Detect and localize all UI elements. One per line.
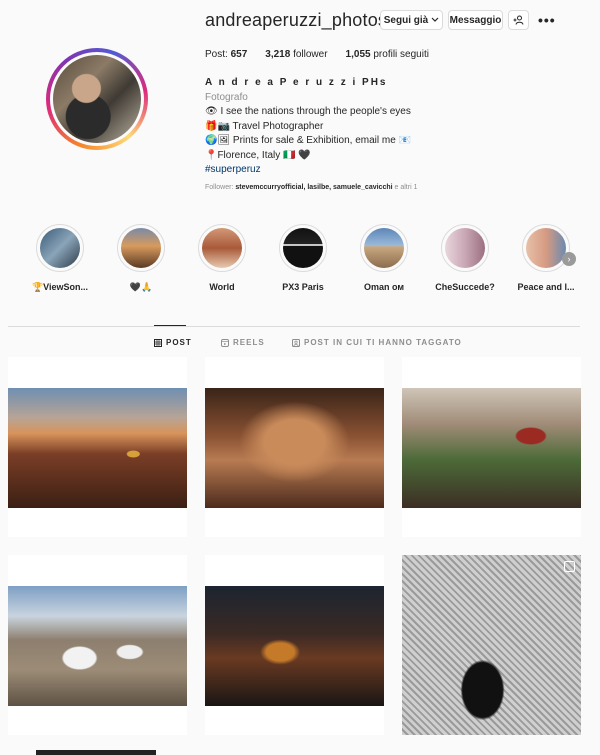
active-tab-indicator bbox=[154, 325, 186, 326]
message-button[interactable]: Messaggio bbox=[448, 10, 503, 30]
profile-stats: Post: 657 3,218 follower 1,055 profili s… bbox=[205, 49, 447, 60]
followers-count[interactable]: 3,218 follower bbox=[265, 49, 327, 60]
post-tile[interactable] bbox=[8, 555, 187, 735]
post-tile-partial[interactable] bbox=[36, 750, 156, 755]
highlight-cover bbox=[36, 224, 84, 272]
highlight-label: Peace and l... bbox=[517, 282, 575, 292]
reel-indicator-icon bbox=[564, 561, 575, 572]
tab-reels[interactable]: REELS bbox=[221, 338, 265, 347]
tabs-divider bbox=[8, 326, 580, 327]
followed-by[interactable]: Follower: stevemccurryofficial, lasilbe,… bbox=[205, 184, 417, 191]
avatar-photo bbox=[53, 55, 141, 143]
username: andreaperuzzi_photos bbox=[205, 10, 388, 30]
highlight-label: Oman ом bbox=[363, 282, 405, 292]
post-photo-stupas bbox=[8, 586, 187, 706]
highlight-cover bbox=[117, 224, 165, 272]
highlight-item[interactable]: 🏆ViewSon... bbox=[30, 224, 90, 293]
post-photo-camera-lens bbox=[402, 555, 581, 735]
category-label: Fotografo bbox=[205, 91, 248, 103]
highlight-image bbox=[40, 228, 80, 268]
avatar-gap bbox=[50, 52, 144, 146]
post-tile[interactable] bbox=[8, 357, 187, 537]
bio-line: 🌍🖼 Prints for sale & Exhibition, email m… bbox=[205, 135, 411, 146]
highlight-cover bbox=[360, 224, 408, 272]
post-photo-desert-monk bbox=[8, 388, 187, 508]
profile-avatar[interactable] bbox=[46, 48, 148, 150]
add-user-icon bbox=[513, 15, 524, 25]
post-photo-monks-valley bbox=[402, 388, 581, 508]
highlight-label: PX3 Paris bbox=[282, 282, 324, 292]
following-button-label: Segui già bbox=[383, 14, 429, 26]
highlight-item[interactable]: CheSuccede? bbox=[435, 224, 495, 292]
bio-line: 📍Florence, Italy 🇮🇹 🖤 bbox=[205, 149, 311, 161]
highlight-cover bbox=[279, 224, 327, 272]
grid-icon bbox=[154, 338, 162, 347]
post-tile[interactable] bbox=[205, 555, 384, 735]
highlight-cover bbox=[198, 224, 246, 272]
posts-count: Post: 657 bbox=[205, 49, 248, 60]
highlight-cover bbox=[522, 224, 570, 272]
profile-bio: A n d r e a P e r u z z i PHs Fotografo … bbox=[205, 76, 411, 178]
highlight-label: 🖤🙏 bbox=[129, 282, 153, 292]
tab-posts[interactable]: POST bbox=[154, 338, 192, 347]
add-user-button[interactable] bbox=[508, 10, 529, 30]
highlight-label: World bbox=[209, 282, 235, 292]
highlight-item[interactable]: World bbox=[192, 224, 252, 292]
full-name: A n d r e a P e r u z z i PHs bbox=[205, 77, 388, 88]
reels-icon bbox=[221, 338, 229, 347]
followed-by-users: stevemccurryofficial, lasilbe, samuele_c… bbox=[235, 184, 393, 191]
tagged-user-icon bbox=[292, 338, 300, 347]
highlight-label: 🏆ViewSon... bbox=[31, 282, 89, 292]
highlight-cover bbox=[441, 224, 489, 272]
bio-line: 👁 I see the nations through the people's… bbox=[205, 106, 411, 117]
post-photo-petra-canyon bbox=[205, 388, 384, 508]
following-button[interactable]: Segui già bbox=[380, 10, 443, 30]
post-tile[interactable] bbox=[402, 357, 581, 537]
highlight-image bbox=[364, 228, 404, 268]
highlight-image bbox=[445, 228, 485, 268]
post-tile[interactable] bbox=[205, 357, 384, 537]
following-count[interactable]: 1,055 profili seguiti bbox=[346, 49, 429, 60]
post-tile[interactable] bbox=[402, 555, 581, 735]
tab-tagged[interactable]: POST IN CUI TI HANNO TAGGATO bbox=[292, 338, 462, 347]
highlight-image bbox=[202, 228, 242, 268]
highlight-item[interactable]: PX3 Paris bbox=[273, 224, 333, 292]
chevron-right-icon[interactable]: › bbox=[562, 252, 576, 266]
highlight-item[interactable]: 🖤🙏 bbox=[111, 224, 171, 293]
highlight-image bbox=[121, 228, 161, 268]
highlight-image bbox=[283, 228, 323, 268]
highlight-image bbox=[526, 228, 566, 268]
more-options-icon[interactable]: ••• bbox=[538, 12, 556, 28]
post-photo-temple-monk bbox=[205, 586, 384, 706]
chevron-down-icon bbox=[431, 17, 439, 22]
highlight-label: CheSuccede? bbox=[435, 282, 495, 292]
followed-by-more: e altri 1 bbox=[394, 184, 418, 191]
highlight-item[interactable]: Oman ом bbox=[354, 224, 414, 292]
bio-line: 🎁📷 Travel Photographer bbox=[205, 120, 324, 132]
hashtag-link[interactable]: #superperuz bbox=[205, 163, 411, 178]
